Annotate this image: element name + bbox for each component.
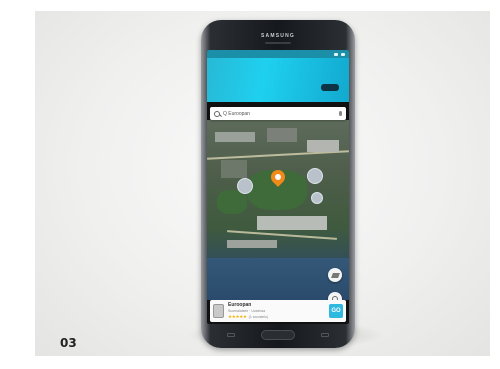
go-button[interactable]: GO	[329, 304, 343, 318]
map-dome	[307, 168, 323, 184]
place-card[interactable]: Euroopan Suomalaisen · Uusimaa ★★★★★ (1 …	[210, 300, 346, 322]
car-icon	[321, 84, 339, 91]
mic-icon[interactable]	[339, 111, 342, 116]
figure-caption: 03	[60, 336, 77, 350]
search-text: Q Euroopan	[223, 110, 250, 117]
map-building	[267, 128, 297, 142]
map-water	[207, 258, 349, 300]
place-thumbnail	[213, 304, 224, 318]
map-dome	[237, 178, 253, 194]
map-building	[257, 216, 327, 230]
phone-device: SAMSUNG Q Euroopan Euroopan Suomalaisen …	[201, 20, 355, 348]
recent-apps-key[interactable]	[227, 333, 235, 337]
search-icon	[214, 110, 220, 117]
back-key[interactable]	[321, 333, 329, 337]
satellite-map[interactable]	[207, 120, 349, 306]
phone-brand: SAMSUNG	[261, 33, 295, 39]
signal-icon	[334, 52, 338, 56]
map-road	[227, 230, 337, 240]
review-count: (1 arvostelu)	[248, 315, 269, 319]
rating-row: ★★★★★ (1 arvostelu)	[228, 314, 329, 320]
map-building	[307, 140, 339, 152]
map-dome	[311, 192, 323, 204]
map-building	[227, 240, 277, 248]
top-banner	[207, 58, 349, 102]
battery-icon	[341, 52, 345, 56]
search-input[interactable]: Q Euroopan	[210, 107, 346, 120]
place-card-body: Euroopan Suomalaisen · Uusimaa ★★★★★ (1 …	[228, 302, 329, 320]
earpiece	[265, 42, 291, 44]
status-bar	[207, 50, 349, 58]
layers-button[interactable]	[328, 268, 342, 282]
place-subtitle: Suomalaisen · Uusimaa	[228, 309, 266, 313]
map-building	[221, 160, 247, 178]
phone-screen: Q Euroopan Euroopan Suomalaisen · Uusima…	[207, 50, 349, 324]
map-building	[215, 132, 255, 142]
place-name: Euroopan	[228, 302, 252, 308]
home-button[interactable]	[261, 330, 295, 340]
layers-icon	[330, 272, 340, 278]
star-rating-icon: ★★★★★	[228, 314, 247, 319]
